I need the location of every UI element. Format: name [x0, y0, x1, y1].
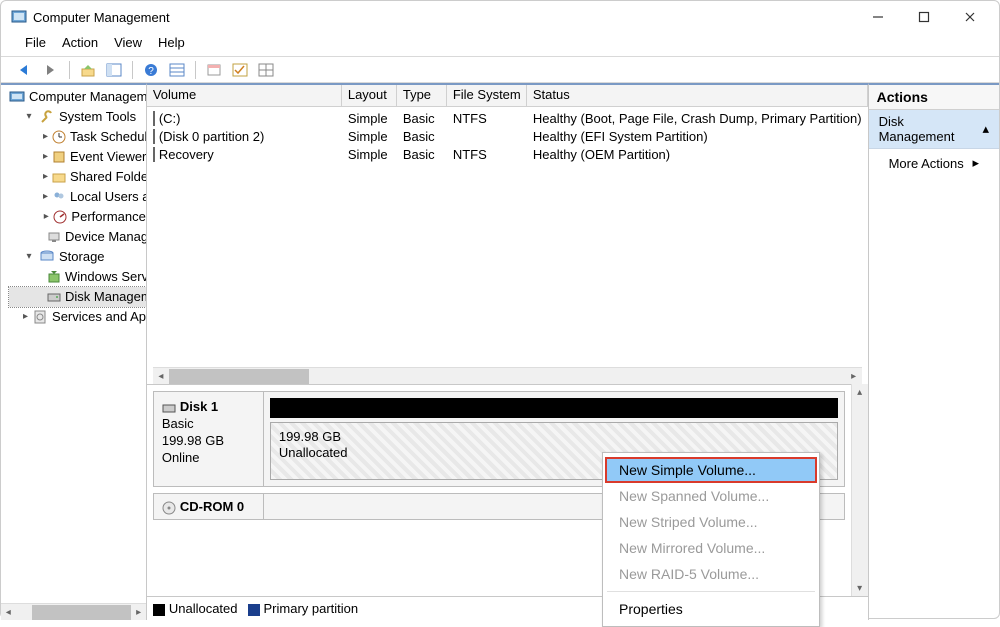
- tree-item-local-users[interactable]: ▸Local Users and Groups: [9, 187, 146, 207]
- chevron-up-icon: ▴: [982, 121, 989, 137]
- context-menu: New Simple Volume... New Spanned Volume.…: [602, 452, 820, 627]
- tree-item-event-viewer[interactable]: ▸Event Viewer: [9, 147, 146, 167]
- chevron-right-icon[interactable]: ▸: [43, 187, 48, 207]
- volume-grid-body: (C:) Simple Basic NTFS Healthy (Boot, Pa…: [147, 107, 868, 357]
- cd-icon: [162, 501, 176, 515]
- ctx-properties[interactable]: Properties: [605, 596, 817, 622]
- device-icon: [47, 229, 61, 245]
- services-icon: [32, 309, 48, 325]
- show-tree-icon[interactable]: [104, 60, 124, 80]
- diskmap-vscrollbar[interactable]: ▴▾: [851, 384, 868, 596]
- ctx-separator: [607, 591, 815, 592]
- tree-root[interactable]: Computer Management (Local): [9, 87, 146, 107]
- tree-item-device-manager[interactable]: Device Manager: [9, 227, 146, 247]
- layout-icon[interactable]: [256, 60, 276, 80]
- ctx-new-striped-volume: New Striped Volume...: [605, 509, 817, 535]
- chevron-right-icon: ▸: [972, 155, 979, 171]
- window-controls: [855, 1, 993, 33]
- chevron-right-icon[interactable]: ▸: [23, 307, 28, 327]
- disk-icon: [47, 289, 61, 305]
- chevron-right-icon[interactable]: ▸: [43, 167, 48, 187]
- checklist-icon[interactable]: [230, 60, 250, 80]
- col-status[interactable]: Status: [527, 85, 868, 106]
- help-icon[interactable]: ?: [141, 60, 161, 80]
- window-title: Computer Management: [33, 10, 855, 25]
- legend-primary: Primary partition: [248, 601, 359, 616]
- svg-text:?: ?: [148, 66, 154, 77]
- tree-group-system-tools[interactable]: ▾ System Tools: [9, 107, 146, 127]
- actions-title: Actions: [869, 85, 999, 110]
- ctx-new-raid5-volume: New RAID-5 Volume...: [605, 561, 817, 587]
- col-type[interactable]: Type: [397, 85, 447, 106]
- maximize-button[interactable]: [901, 1, 947, 33]
- chevron-down-icon[interactable]: ▾: [23, 107, 35, 127]
- storage-icon: [39, 249, 55, 265]
- users-icon: [52, 189, 66, 205]
- col-filesystem[interactable]: File System: [447, 85, 527, 106]
- volume-row[interactable]: (Disk 0 partition 2) Simple Basic Health…: [147, 127, 868, 145]
- forward-icon[interactable]: [41, 60, 61, 80]
- menu-file[interactable]: File: [19, 33, 52, 52]
- actions-more[interactable]: More Actions ▸: [869, 149, 999, 177]
- volume-grid-header: Volume Layout Type File System Status: [147, 85, 868, 107]
- tree-group-services[interactable]: ▸ Services and Applications: [9, 307, 146, 327]
- chevron-right-icon[interactable]: ▸: [43, 127, 48, 147]
- col-layout[interactable]: Layout: [342, 85, 397, 106]
- chevron-down-icon[interactable]: ▾: [23, 247, 35, 267]
- actions-category[interactable]: Disk Management ▴: [869, 110, 999, 149]
- up-level-icon[interactable]: [78, 60, 98, 80]
- tree-item-server-backup[interactable]: Windows Server Backup: [9, 267, 146, 287]
- volume-row[interactable]: Recovery Simple Basic NTFS Healthy (OEM …: [147, 145, 868, 163]
- actions-pane: Actions Disk Management ▴ More Actions ▸: [868, 83, 999, 620]
- ctx-new-mirrored-volume: New Mirrored Volume...: [605, 535, 817, 561]
- volume-row[interactable]: (C:) Simple Basic NTFS Healthy (Boot, Pa…: [147, 109, 868, 127]
- col-volume[interactable]: Volume: [147, 85, 342, 106]
- ctx-new-simple-volume[interactable]: New Simple Volume...: [605, 457, 817, 483]
- clock-icon: [52, 129, 66, 145]
- legend-unallocated: Unallocated: [153, 601, 238, 616]
- ctx-new-spanned-volume: New Spanned Volume...: [605, 483, 817, 509]
- tree-item-shared-folders[interactable]: ▸Shared Folders: [9, 167, 146, 187]
- volume-icon: [153, 147, 155, 162]
- sidebar-hscrollbar[interactable]: ◂▸: [1, 603, 146, 620]
- tools-icon: [39, 109, 55, 125]
- volume-icon: [153, 111, 155, 126]
- close-button[interactable]: [947, 1, 993, 33]
- volume-icon: [153, 129, 155, 144]
- menu-view[interactable]: View: [108, 33, 148, 52]
- menubar: File Action View Help: [1, 33, 999, 56]
- event-icon: [52, 149, 66, 165]
- menu-help[interactable]: Help: [152, 33, 191, 52]
- properties-icon[interactable]: [204, 60, 224, 80]
- shared-folder-icon: [52, 169, 66, 185]
- view-list-icon[interactable]: [167, 60, 187, 80]
- main-area: Computer Management (Local) ▾ System Too…: [1, 83, 999, 620]
- backup-icon: [47, 269, 61, 285]
- minimize-button[interactable]: [855, 1, 901, 33]
- menu-action[interactable]: Action: [56, 33, 104, 52]
- chevron-right-icon[interactable]: ▸: [43, 147, 48, 167]
- tree-item-disk-management[interactable]: Disk Management: [9, 287, 146, 307]
- tree-item-performance[interactable]: ▸Performance: [9, 207, 146, 227]
- tree-group-storage[interactable]: ▾ Storage: [9, 247, 146, 267]
- cdrom-info: CD-ROM 0: [154, 494, 264, 519]
- disk-icon: [162, 401, 176, 415]
- performance-icon: [53, 209, 67, 225]
- computer-icon: [9, 89, 25, 105]
- toolbar: ?: [1, 57, 999, 83]
- tree-item-task-scheduler[interactable]: ▸Task Scheduler: [9, 127, 146, 147]
- volume-grid-hscrollbar[interactable]: ◂▸: [153, 367, 862, 384]
- partition-stripe: [270, 398, 838, 418]
- disk-info: Disk 1 Basic 199.98 GB Online: [154, 392, 264, 486]
- back-icon[interactable]: [15, 60, 35, 80]
- titlebar: Computer Management: [1, 1, 999, 33]
- chevron-right-icon[interactable]: ▸: [43, 207, 49, 227]
- sidebar-tree: Computer Management (Local) ▾ System Too…: [1, 83, 147, 620]
- app-icon: [11, 9, 27, 25]
